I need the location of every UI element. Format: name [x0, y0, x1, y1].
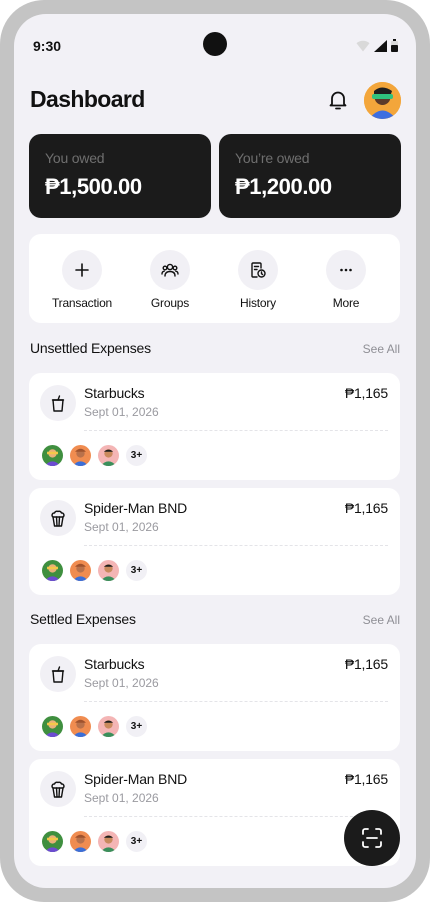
avatar-illustration: [364, 82, 401, 119]
expense-icon-wrap: [40, 771, 76, 807]
signal-icon: [374, 40, 387, 52]
participant-avatars: 3+: [40, 829, 149, 854]
more-participants-badge: 3+: [124, 829, 149, 854]
popcorn-icon: [51, 510, 65, 527]
avatar: [96, 443, 121, 468]
balance-label: You’re owed: [235, 150, 310, 166]
more-button[interactable]: More: [302, 250, 390, 310]
avatar: [68, 829, 93, 854]
participant-avatars: 3+: [40, 443, 149, 468]
divider: [84, 545, 388, 546]
participant-avatars: 3+: [40, 558, 149, 583]
app-screen: 9:30 Dashboard You owed ₱1,500.00 You’re…: [14, 14, 416, 888]
avatar: [68, 714, 93, 739]
popcorn-icon: [51, 781, 65, 798]
youre-owed-card[interactable]: You’re owed ₱1,200.00: [219, 134, 401, 218]
expense-amount: ₱1,165: [344, 385, 388, 401]
expense-card[interactable]: Spider-Man BND Sept 01, 2026 ₱1,165 3+: [29, 488, 400, 595]
quick-actions: Transaction Groups History More: [29, 234, 400, 323]
expense-name: Spider-Man BND: [84, 500, 188, 516]
balance-amount: ₱1,200.00: [235, 174, 332, 199]
action-label: Groups: [150, 296, 190, 310]
history-button[interactable]: History: [214, 250, 302, 310]
more-participants-badge: 3+: [124, 714, 149, 739]
plus-icon: [75, 263, 89, 277]
unsettled-section-title: Unsettled Expenses: [30, 340, 151, 356]
phone-frame: 9:30 Dashboard You owed ₱1,500.00 You’re…: [0, 0, 430, 902]
action-circle: [62, 250, 102, 290]
action-circle: [238, 250, 278, 290]
action-label: Transaction: [51, 296, 113, 310]
users-icon: [161, 263, 179, 277]
avatar: [40, 558, 65, 583]
wifi-icon: [356, 40, 370, 52]
expense-icon-wrap: [40, 385, 76, 421]
expense-card[interactable]: Starbucks Sept 01, 2026 ₱1,165 3+: [29, 644, 400, 751]
expense-card[interactable]: Starbucks Sept 01, 2026 ₱1,165 3+: [29, 373, 400, 480]
transaction-button[interactable]: Transaction: [38, 250, 126, 310]
more-participants-badge: 3+: [124, 443, 149, 468]
action-label: More: [332, 296, 360, 310]
divider: [84, 430, 388, 431]
balance-label: You owed: [45, 150, 105, 166]
balance-amount: ₱1,500.00: [45, 174, 142, 199]
avatar: [68, 558, 93, 583]
action-circle: [150, 250, 190, 290]
settled-section-title: Settled Expenses: [30, 611, 136, 627]
avatar: [40, 443, 65, 468]
participant-avatars: 3+: [40, 714, 149, 739]
more-participants-badge: 3+: [124, 558, 149, 583]
avatar: [96, 829, 121, 854]
unsettled-see-all-link[interactable]: See All: [363, 342, 400, 356]
status-time: 9:30: [33, 38, 62, 54]
expense-date: Sept 01, 2026: [84, 676, 159, 690]
avatar: [68, 443, 93, 468]
expense-amount: ₱1,165: [344, 500, 388, 516]
expense-amount: ₱1,165: [344, 656, 388, 672]
page-title: Dashboard: [30, 86, 145, 112]
bell-icon[interactable]: [328, 89, 348, 111]
expense-name: Starbucks: [84, 656, 145, 672]
expense-amount: ₱1,165: [344, 771, 388, 787]
battery-icon: [391, 39, 398, 52]
user-avatar[interactable]: [364, 82, 401, 119]
expense-icon-wrap: [40, 656, 76, 692]
expense-date: Sept 01, 2026: [84, 405, 159, 419]
expense-date: Sept 01, 2026: [84, 520, 159, 534]
action-circle: [326, 250, 366, 290]
expense-name: Starbucks: [84, 385, 145, 401]
expense-name: Spider-Man BND: [84, 771, 188, 787]
divider: [84, 816, 388, 817]
expense-icon-wrap: [40, 500, 76, 536]
avatar: [96, 714, 121, 739]
status-icons: [356, 39, 398, 52]
cup-icon: [51, 394, 65, 412]
scan-fab-button[interactable]: [344, 810, 400, 866]
expense-card[interactable]: Spider-Man BND Sept 01, 2026 ₱1,165 3+: [29, 759, 400, 866]
avatar: [40, 829, 65, 854]
action-label: History: [240, 296, 276, 310]
avatar: [40, 714, 65, 739]
you-owed-card[interactable]: You owed ₱1,500.00: [29, 134, 211, 218]
more-dots-icon: [340, 268, 352, 272]
expense-date: Sept 01, 2026: [84, 791, 159, 805]
scan-icon: [362, 828, 382, 848]
divider: [84, 701, 388, 702]
settled-see-all-link[interactable]: See All: [363, 613, 400, 627]
cup-icon: [51, 665, 65, 683]
history-icon: [251, 262, 266, 278]
avatar: [96, 558, 121, 583]
groups-button[interactable]: Groups: [126, 250, 214, 310]
front-camera: [203, 32, 227, 56]
